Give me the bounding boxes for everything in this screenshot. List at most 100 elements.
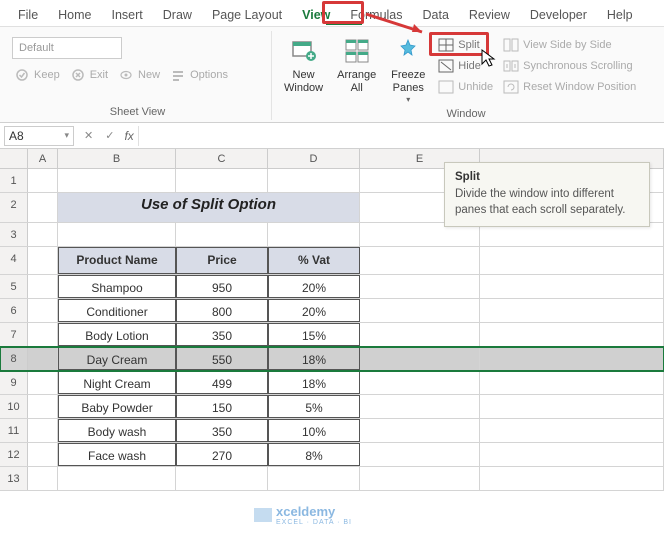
cell-price[interactable]: 270 xyxy=(176,443,268,466)
cell[interactable] xyxy=(480,323,664,346)
cell-product[interactable]: Body Lotion xyxy=(58,323,176,346)
cell-vat[interactable]: 20% xyxy=(268,275,360,298)
header-product[interactable]: Product Name xyxy=(58,247,176,274)
cell[interactable] xyxy=(360,299,480,322)
cell[interactable] xyxy=(28,347,58,370)
cell[interactable] xyxy=(360,419,480,442)
cell[interactable] xyxy=(28,467,58,490)
cell[interactable] xyxy=(480,299,664,322)
cell[interactable] xyxy=(176,467,268,490)
cell[interactable] xyxy=(28,299,58,322)
row-header[interactable]: 13 xyxy=(0,467,28,490)
header-price[interactable]: Price xyxy=(176,247,268,274)
hide-button[interactable]: Hide xyxy=(434,56,497,76)
cell-vat[interactable]: 15% xyxy=(268,323,360,346)
cell[interactable] xyxy=(360,323,480,346)
row-header[interactable]: 12 xyxy=(0,443,28,466)
header-vat[interactable]: % Vat xyxy=(268,247,360,274)
cell[interactable] xyxy=(176,223,268,246)
name-box[interactable]: A8 ▾ xyxy=(4,126,74,146)
cell-vat[interactable]: 10% xyxy=(268,419,360,442)
cell-price[interactable]: 550 xyxy=(176,347,268,370)
cell[interactable] xyxy=(360,247,480,274)
row-header[interactable]: 11 xyxy=(0,419,28,442)
col-header-b[interactable]: B xyxy=(58,149,176,168)
cell[interactable] xyxy=(268,223,360,246)
col-header-c[interactable]: C xyxy=(176,149,268,168)
cell[interactable] xyxy=(360,467,480,490)
cell-vat[interactable]: 18% xyxy=(268,371,360,394)
row-header[interactable]: 9 xyxy=(0,371,28,394)
cell[interactable] xyxy=(480,347,664,370)
formula-input[interactable] xyxy=(138,126,664,146)
sheet-view-dropdown[interactable]: Default xyxy=(12,37,122,59)
cell[interactable] xyxy=(360,347,480,370)
freeze-panes-button[interactable]: Freeze Panes ▾ xyxy=(384,31,432,107)
cell-product[interactable]: Body wash xyxy=(58,419,176,442)
cell[interactable] xyxy=(28,223,58,246)
cell-price[interactable]: 800 xyxy=(176,299,268,322)
cell-vat[interactable]: 18% xyxy=(268,347,360,370)
cell[interactable] xyxy=(360,275,480,298)
keep-button[interactable]: Keep xyxy=(10,65,64,85)
cell[interactable] xyxy=(480,443,664,466)
cell-product[interactable]: Night Cream xyxy=(58,371,176,394)
cell[interactable] xyxy=(28,247,58,274)
cell[interactable] xyxy=(480,395,664,418)
tab-draw[interactable]: Draw xyxy=(153,4,202,26)
cell-product[interactable]: Baby Powder xyxy=(58,395,176,418)
row-header[interactable]: 2 xyxy=(0,193,28,222)
cell-vat[interactable]: 8% xyxy=(268,443,360,466)
options-button[interactable]: Options xyxy=(166,65,232,85)
cell[interactable] xyxy=(480,247,664,274)
col-header-a[interactable]: A xyxy=(28,149,58,168)
cell[interactable] xyxy=(268,467,360,490)
tab-data[interactable]: Data xyxy=(413,4,459,26)
cell[interactable] xyxy=(28,193,58,222)
row-header[interactable]: 1 xyxy=(0,169,28,192)
cell-price[interactable]: 950 xyxy=(176,275,268,298)
col-header-d[interactable]: D xyxy=(268,149,360,168)
tab-file[interactable]: File xyxy=(8,4,48,26)
cell[interactable] xyxy=(28,169,58,192)
cell[interactable] xyxy=(28,371,58,394)
row-header[interactable]: 3 xyxy=(0,223,28,246)
cell[interactable] xyxy=(480,419,664,442)
cell-vat[interactable]: 5% xyxy=(268,395,360,418)
cell[interactable] xyxy=(58,467,176,490)
cell-product[interactable]: Face wash xyxy=(58,443,176,466)
cell[interactable] xyxy=(480,275,664,298)
cell-vat[interactable]: 20% xyxy=(268,299,360,322)
cell[interactable] xyxy=(360,443,480,466)
tab-developer[interactable]: Developer xyxy=(520,4,597,26)
cell[interactable] xyxy=(58,169,176,192)
tab-home[interactable]: Home xyxy=(48,4,101,26)
cell[interactable] xyxy=(28,275,58,298)
unhide-button[interactable]: Unhide xyxy=(434,77,497,97)
row-header[interactable]: 4 xyxy=(0,247,28,274)
cell[interactable] xyxy=(58,223,176,246)
tab-review[interactable]: Review xyxy=(459,4,520,26)
new-view-button[interactable]: New xyxy=(114,65,164,85)
fx-icon[interactable]: fx xyxy=(120,129,137,143)
cell[interactable] xyxy=(28,395,58,418)
cell-product[interactable]: Day Cream xyxy=(58,347,176,370)
cell[interactable] xyxy=(480,467,664,490)
view-side-by-side-button[interactable]: View Side by Side xyxy=(499,35,640,55)
select-all-corner[interactable] xyxy=(0,149,28,168)
cell[interactable] xyxy=(176,169,268,192)
synchronous-scrolling-button[interactable]: Synchronous Scrolling xyxy=(499,56,640,76)
row-header[interactable]: 6 xyxy=(0,299,28,322)
cell-price[interactable]: 350 xyxy=(176,419,268,442)
cell[interactable] xyxy=(268,169,360,192)
tab-insert[interactable]: Insert xyxy=(102,4,153,26)
cell-price[interactable]: 350 xyxy=(176,323,268,346)
cell-product[interactable]: Shampoo xyxy=(58,275,176,298)
row-header[interactable]: 7 xyxy=(0,323,28,346)
tab-page-layout[interactable]: Page Layout xyxy=(202,4,292,26)
cell[interactable] xyxy=(480,371,664,394)
row-header[interactable]: 5 xyxy=(0,275,28,298)
new-window-button[interactable]: New Window xyxy=(278,31,329,97)
cell[interactable] xyxy=(360,371,480,394)
arrange-all-button[interactable]: Arrange All xyxy=(331,31,382,97)
